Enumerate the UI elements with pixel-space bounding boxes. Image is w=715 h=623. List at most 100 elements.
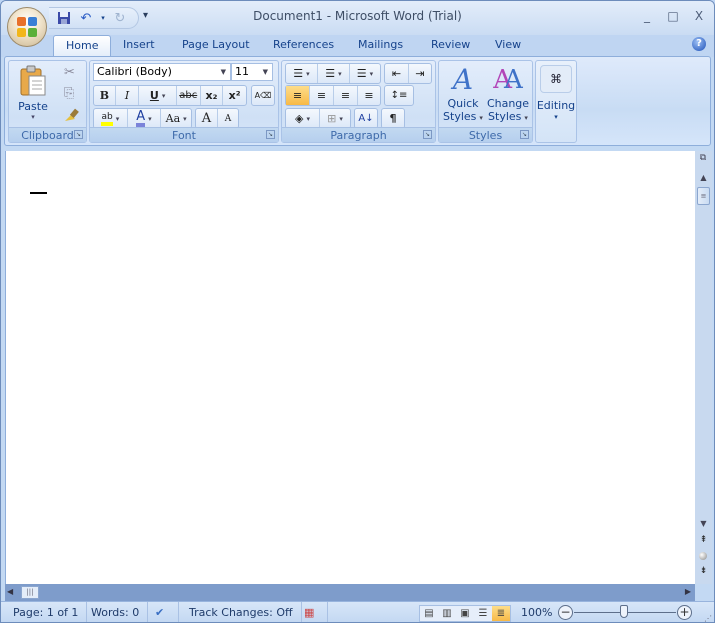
clear-formatting-button[interactable]: A⌫ [252,86,274,105]
track-changes-status[interactable]: Track Changes: Off [181,602,302,622]
zoom-in-button[interactable]: + [677,605,692,620]
increase-indent-button[interactable]: ⇥ [409,64,431,83]
borders-button[interactable]: ⊞ ▾ [320,109,350,128]
chevron-down-icon: ▾ [161,91,166,100]
next-page-icon[interactable]: ⇟ [695,566,712,576]
change-styles-button[interactable]: AA Change Styles ▾ [485,62,531,126]
web-layout-icon[interactable]: ▣ [456,606,474,621]
tab-mailings[interactable]: Mailings [346,35,415,57]
zoom-level[interactable]: 100% [521,606,552,619]
document-page[interactable] [5,151,695,584]
maximize-button[interactable]: □ [662,7,684,25]
ruler-toggle-icon[interactable]: ⧉ [697,153,709,167]
chevron-down-icon: ▾ [31,113,35,121]
text-cursor [30,192,47,194]
bullets-button[interactable]: ☰ ▾ [286,64,318,83]
print-layout-icon[interactable]: ▤ [420,606,438,621]
save-icon[interactable] [55,9,73,27]
font-dialog-launcher[interactable]: ↘ [266,130,275,139]
align-right-button[interactable]: ≡ [334,86,358,105]
tab-insert[interactable]: Insert [111,35,167,57]
office-logo-icon [17,17,37,37]
multilevel-list-button[interactable]: ☰ ▾ [350,64,380,83]
scroll-down-arrow[interactable]: ▼ [695,519,712,531]
previous-page-icon[interactable]: ⇞ [695,535,712,545]
proofing-icon[interactable]: ✔ [147,602,179,622]
chevron-down-icon: ▾ [554,113,558,121]
scroll-up-arrow[interactable]: ▲ [695,173,712,185]
underline-button[interactable]: U ▾ [139,86,177,105]
horizontal-scroll-thumb[interactable]: ||| [21,586,39,599]
copy-icon[interactable]: ⎘ [64,86,74,101]
ribbon-tabs: Home Insert Page Layout References Maili… [1,35,714,57]
tab-review[interactable]: Review [419,35,482,57]
multilevel-list-icon: ☰ [356,67,367,80]
numbering-button[interactable]: ☰ ▾ [318,64,350,83]
minimize-button[interactable]: _ [636,7,658,25]
show-formatting-button[interactable]: ¶ [382,109,404,128]
editing-group[interactable]: ⌘ Editing ▾ [535,60,577,143]
sort-button[interactable]: A↓ [355,109,377,128]
chevron-down-icon: ▾ [339,114,343,123]
styles-group-label: Styles [439,127,532,142]
strikethrough-button[interactable]: abc [177,86,201,105]
cut-icon[interactable]: ✂ [64,65,75,80]
superscript-button[interactable]: x² [223,86,246,105]
grow-font-button[interactable]: A [196,109,218,128]
font-name-combo[interactable]: Calibri (Body) ▼ [93,63,231,81]
paragraph-group: ☰ ▾ ☰ ▾ ☰ ▾ ⇤ ⇥ ≡ ≡ ≡ ≡ ↕≡ ◈ ▾ ⊞ ▾ A↓ ¶ Parag… [281,60,436,143]
redo-icon[interactable]: ↻ [111,9,129,27]
help-icon[interactable]: ? [692,37,706,51]
shrink-font-button[interactable]: A [218,109,238,128]
horizontal-scrollbar[interactable]: ◀ ||| ▶ [5,584,695,601]
undo-dropdown-icon[interactable]: ▾ [99,9,107,27]
justify-button[interactable]: ≡ [358,86,380,105]
paste-button[interactable]: Paste ▾ [13,63,53,123]
full-screen-reading-icon[interactable]: ▥ [438,606,456,621]
decrease-indent-button[interactable]: ⇤ [385,64,409,83]
outline-view-icon[interactable]: ☰ [474,606,492,621]
styles-group: A Quick Styles ▾ AA Change Styles ▾ Styles… [438,60,533,143]
chevron-down-icon: ▾ [115,114,120,123]
vertical-scrollbar[interactable]: ⧉ ▲ ≡ ▼ ⇞ ⇟ [695,151,712,584]
font-color-button[interactable]: A ▾ [128,109,162,128]
font-size-combo[interactable]: 11 ▼ [231,63,273,81]
line-spacing-button[interactable]: ↕≡ [385,86,413,105]
clipboard-icon [20,65,46,96]
quick-styles-button[interactable]: A Quick Styles ▾ [441,62,485,126]
macro-record-icon[interactable]: ▦ [296,602,328,622]
select-browse-object-icon[interactable] [699,552,707,560]
highlight-button[interactable]: ab ▾ [94,109,128,128]
styles-dialog-launcher[interactable]: ↘ [520,130,529,139]
shading-button[interactable]: ◈ ▾ [286,109,320,128]
word-count[interactable]: Words: 0 [83,602,149,622]
customize-qat-button[interactable]: ▾ [143,10,148,21]
change-case-button[interactable]: Aa ▾ [161,109,191,128]
resize-grip-icon[interactable]: ⋰ [704,614,712,622]
italic-button[interactable]: I [116,86,140,105]
tab-references[interactable]: References [261,35,346,57]
chevron-down-icon: ▼ [262,68,268,76]
page-count[interactable]: Page: 1 of 1 [5,602,88,622]
scroll-left-arrow[interactable]: ◀ [7,587,13,596]
undo-icon[interactable]: ↶ [77,9,95,27]
align-center-button[interactable]: ≡ [310,86,334,105]
zoom-out-button[interactable]: − [558,605,573,620]
bold-button[interactable]: B [94,86,116,105]
zoom-slider-thumb[interactable] [620,605,628,618]
format-painter-icon[interactable] [63,107,79,126]
scroll-thumb[interactable]: ≡ [697,187,710,205]
office-button[interactable] [7,7,47,47]
paragraph-dialog-launcher[interactable]: ↘ [423,130,432,139]
tab-home[interactable]: Home [53,35,112,57]
chevron-down-icon: ▾ [306,114,310,123]
clipboard-dialog-launcher[interactable]: ↘ [74,130,83,139]
align-left-button[interactable]: ≡ [286,86,310,105]
draft-view-icon[interactable]: ≣ [492,606,510,621]
tab-view[interactable]: View [483,35,533,57]
subscript-button[interactable]: x₂ [201,86,224,105]
scroll-right-arrow[interactable]: ▶ [685,587,691,596]
chevron-down-icon: ▾ [183,114,187,123]
close-button[interactable]: X [688,7,710,25]
tab-page-layout[interactable]: Page Layout [170,35,262,57]
